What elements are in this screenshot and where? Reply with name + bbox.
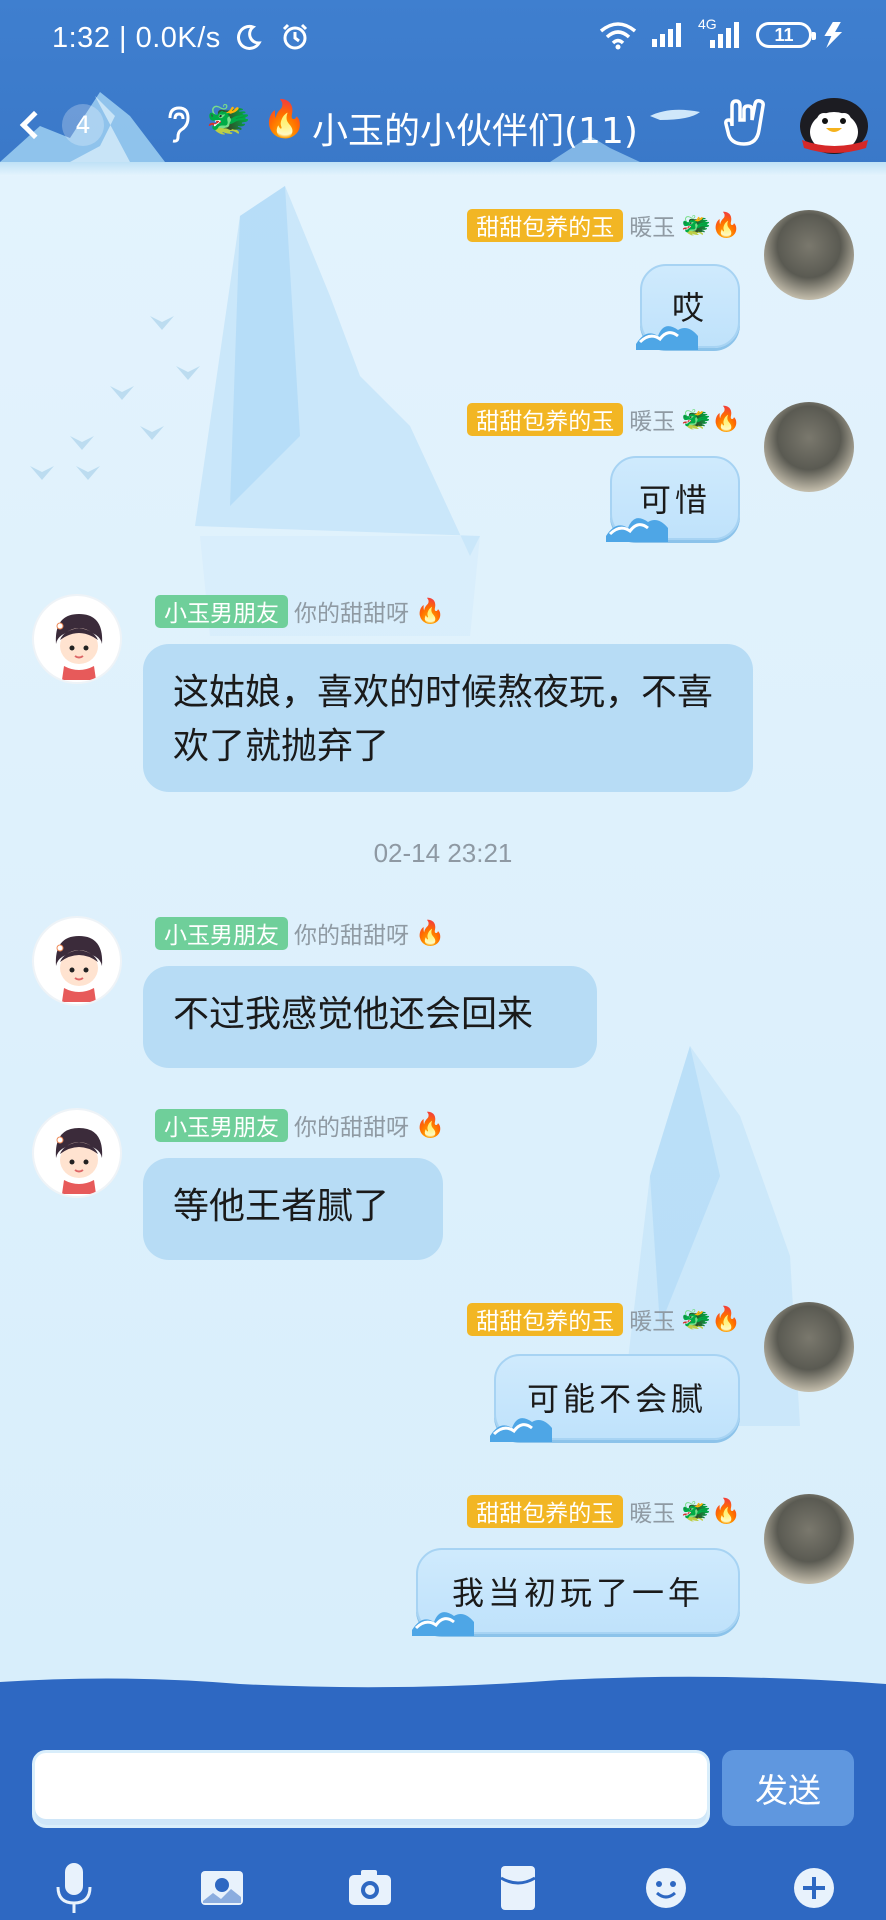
- badge-icons: 🔥: [415, 919, 445, 947]
- battery-indicator: 11: [756, 22, 816, 48]
- cartoon-girl-avatar-icon: [55, 614, 103, 680]
- status-time-text: 1:32 | 0.0K/s: [52, 22, 221, 54]
- message-input[interactable]: [32, 1750, 710, 1828]
- cartoon-girl-avatar-icon: [55, 1128, 103, 1194]
- alarm-icon: [282, 23, 307, 50]
- member-title-tag: 甜甜包养的玉: [467, 402, 624, 436]
- sender-meta: 甜甜包养的玉 暖玉 🐲🔥: [467, 1302, 741, 1336]
- send-button[interactable]: 发送: [722, 1750, 854, 1826]
- message-bubble[interactable]: 不过我感觉他还会回来: [143, 966, 597, 1068]
- avatar[interactable]: [764, 1302, 854, 1392]
- status-time: 1:32 | 0.0K/s: [52, 22, 310, 55]
- sender-nickname[interactable]: 你的甜甜呀: [294, 1108, 409, 1142]
- member-title-tag: 甜甜包养的玉: [467, 1302, 624, 1336]
- sender-meta: 甜甜包养的玉 暖玉 🐲🔥: [467, 208, 741, 242]
- message-row: 甜甜包养的玉 暖玉 🐲🔥 我当初玩了一年: [0, 176, 886, 1634]
- member-title-tag: 甜甜包养的玉: [467, 208, 624, 242]
- sender-nickname[interactable]: 你的甜甜呀: [294, 916, 409, 950]
- emoji-icon: [646, 1868, 686, 1908]
- sender-meta: 小玉男朋友 你的甜甜呀 🔥: [155, 1108, 445, 1142]
- wave-decoration-icon: [490, 1418, 552, 1442]
- photo-icon: [201, 1871, 243, 1905]
- avatar[interactable]: [764, 1494, 854, 1584]
- status-icons: 4G 11: [598, 16, 850, 50]
- avatar[interactable]: [764, 210, 854, 300]
- top-header: 1:32 | 0.0K/s 4G 11 4 🐲 🔥 小玉的小伙伴们(11): [0, 0, 886, 176]
- status-bar: 1:32 | 0.0K/s 4G 11: [0, 0, 886, 80]
- member-title-tag: 小玉男朋友: [155, 1108, 288, 1142]
- message-bubble[interactable]: 这姑娘，喜欢的时候熬夜玩，不喜欢了就抛弃了: [143, 644, 753, 792]
- sender-nickname[interactable]: 你的甜甜呀: [294, 594, 409, 628]
- chat-title[interactable]: 小玉的小伙伴们(11): [312, 102, 638, 154]
- photo-button[interactable]: [194, 1860, 250, 1916]
- rock-hand-icon[interactable]: [722, 96, 770, 150]
- fire-icon: 🔥: [262, 99, 307, 140]
- back-button[interactable]: 4: [12, 100, 108, 150]
- badge-icons: 🐲🔥: [681, 1497, 741, 1525]
- sender-nickname[interactable]: 暖玉: [629, 1494, 675, 1528]
- camera-button[interactable]: [342, 1860, 398, 1916]
- wave-decoration-icon: [412, 1612, 474, 1636]
- unread-count-badge: 4: [62, 104, 104, 146]
- ice-edge-decoration: [0, 1676, 886, 1694]
- sender-meta: 小玉男朋友 你的甜甜呀 🔥: [155, 916, 445, 950]
- wifi-icon: [599, 22, 637, 50]
- signal-4g-bars-icon: [710, 22, 739, 48]
- avatar[interactable]: [32, 594, 122, 684]
- dragon-icon: 🐲: [206, 99, 251, 140]
- message-bubble[interactable]: 等他王者腻了: [143, 1158, 443, 1260]
- message-timestamp: 02-14 23:21: [373, 838, 513, 868]
- member-title-tag: 小玉男朋友: [155, 916, 288, 950]
- sender-meta: 小玉男朋友 你的甜甜呀 🔥: [155, 594, 445, 628]
- charging-icon: [824, 22, 843, 48]
- badge-icons: 🔥: [415, 597, 445, 625]
- avatar[interactable]: [32, 1108, 122, 1198]
- red-packet-icon: [500, 1866, 536, 1910]
- signal-4g: 4G: [696, 16, 744, 50]
- red-packet-button[interactable]: [490, 1860, 546, 1916]
- badge-icons: 🐲🔥: [681, 1305, 741, 1333]
- moon-icon: [237, 24, 263, 50]
- wave-decoration-icon: [636, 326, 698, 350]
- chat-message-area[interactable]: 甜甜包养的玉 暖玉 🐲🔥 哎 甜甜包养的玉 暖玉 🐲🔥 可惜 小玉男朋友 你的甜…: [0, 176, 886, 1688]
- sender-nickname[interactable]: 暖玉: [629, 1302, 675, 1336]
- battery-level: 11: [774, 24, 794, 45]
- badge-icons: 🐲🔥: [681, 211, 741, 239]
- penguin-icon[interactable]: [796, 90, 874, 156]
- voice-button[interactable]: [46, 1860, 102, 1916]
- camera-icon: [349, 1870, 391, 1905]
- wave-decoration-icon: [606, 518, 668, 542]
- message-row: 甜甜包养的玉 暖玉 🐲🔥 哎: [0, 176, 886, 348]
- signal-icon: [652, 23, 681, 47]
- ear-icon[interactable]: [162, 104, 192, 144]
- badge-icons: 🐲🔥: [681, 405, 741, 433]
- member-title-tag: 甜甜包养的玉: [467, 1494, 624, 1528]
- avatar[interactable]: [764, 402, 854, 492]
- member-title-tag: 小玉男朋友: [155, 594, 288, 628]
- sender-nickname[interactable]: 暖玉: [629, 402, 675, 436]
- sender-meta: 甜甜包养的玉 暖玉 🐲🔥: [467, 1494, 741, 1528]
- avatar[interactable]: [32, 916, 122, 1006]
- more-button[interactable]: [786, 1860, 842, 1916]
- badge-icons: 🔥: [415, 1111, 445, 1139]
- input-panel: 发送: [0, 1676, 886, 1920]
- microphone-icon: [56, 1863, 92, 1913]
- header-ice-edge: [0, 162, 886, 176]
- input-toolbar: [0, 1860, 886, 1920]
- sender-meta: 甜甜包养的玉 暖玉 🐲🔥: [467, 402, 741, 436]
- plus-icon: [794, 1868, 834, 1908]
- back-arrow-icon: [19, 110, 49, 140]
- sender-nickname[interactable]: 暖玉: [629, 208, 675, 242]
- cartoon-girl-avatar-icon: [55, 936, 103, 1002]
- emoji-button[interactable]: [638, 1860, 694, 1916]
